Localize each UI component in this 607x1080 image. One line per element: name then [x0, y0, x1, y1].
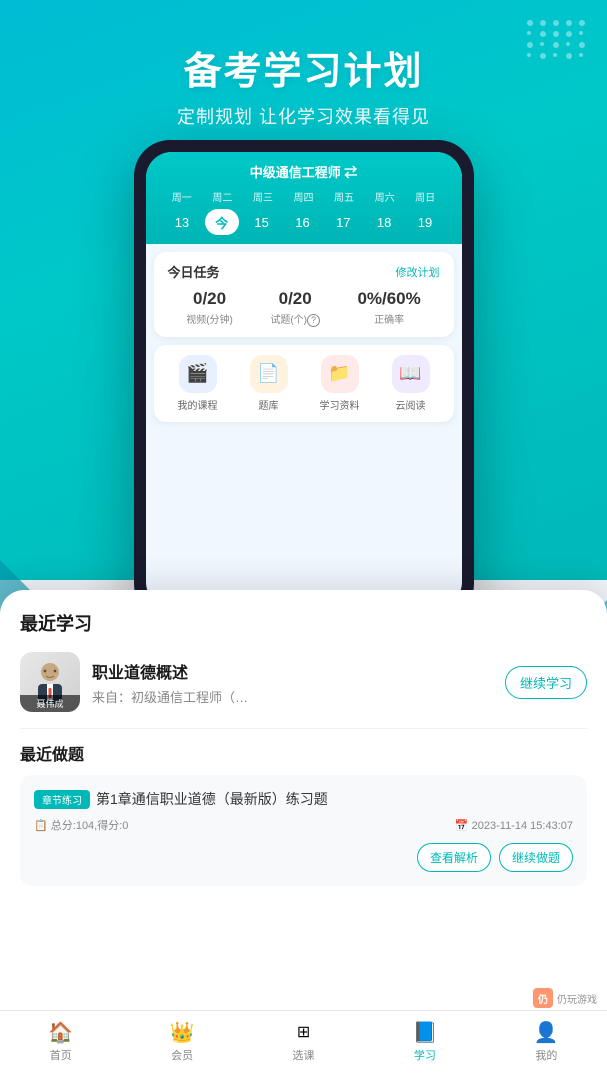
exercise-date: 📅 2023-11-14 15:43:07	[455, 819, 573, 832]
action-cloud-read[interactable]: 📖 云阅读	[392, 355, 430, 412]
exercise-score: 📋 总分:104,得分:0	[34, 817, 128, 833]
week-label-wed: 周三	[245, 189, 281, 204]
bottom-card: 最近学习	[0, 590, 607, 1070]
week-label-fri: 周五	[326, 189, 362, 204]
week-dates-row: 13 今 15 16 17 18 19	[162, 208, 446, 236]
member-icon: 👑	[170, 1020, 194, 1044]
question-bank-label: 题库	[259, 397, 279, 412]
info-icon: ?	[307, 314, 320, 327]
recent-study-title: 最近学习	[20, 610, 587, 636]
courses-icon: ⊞	[292, 1020, 316, 1044]
date-15[interactable]: 15	[244, 208, 280, 236]
divider	[20, 728, 587, 729]
header-section: 备考学习计划 定制规划 让化学习效果看得见	[0, 40, 607, 129]
stat-video: 0/20 视频(分钟)	[186, 289, 233, 327]
stat-video-label: 视频(分钟)	[186, 311, 233, 326]
sub-title: 定制规划 让化学习效果看得见	[0, 103, 607, 129]
week-label-mon: 周一	[164, 189, 200, 204]
phone-header: 中级通信工程师 ⇄ 周一 周二 周三 周四 周五 周六 周日 13 今 15 1…	[146, 152, 462, 244]
week-label-tue: 周二	[204, 189, 240, 204]
tasks-title: 今日任务	[168, 262, 220, 281]
stat-quiz: 0/20 试题(个)?	[270, 289, 320, 327]
stat-video-value: 0/20	[186, 289, 233, 309]
bottom-nav: 🏠 首页 👑 会员 ⊞ 选课 📘 学习 👤 我的	[0, 1010, 607, 1080]
nav-study-label: 学习	[414, 1047, 436, 1063]
nav-study[interactable]: 📘 学习	[364, 1020, 485, 1063]
question-bank-icon: 📄	[250, 355, 288, 393]
home-icon: 🏠	[49, 1020, 73, 1044]
today-tasks-card: 今日任务 修改计划 0/20 视频(分钟) 0/20 试题(个)? 0%/60%…	[154, 252, 454, 337]
nav-courses-label: 选课	[293, 1047, 315, 1063]
phone-mockup: 中级通信工程师 ⇄ 周一 周二 周三 周四 周五 周六 周日 13 今 15 1…	[134, 140, 474, 620]
recent-study-item: 聂伟成 职业道德概述 来自：初级通信工程师（… 继续学习	[20, 652, 587, 712]
tasks-header: 今日任务 修改计划	[168, 262, 440, 281]
quick-actions-bar: 🎬 我的课程 📄 题库 📁 学习资料 📖 云阅读	[154, 345, 454, 422]
week-labels-row: 周一 周二 周三 周四 周五 周六 周日	[162, 189, 446, 204]
action-my-course[interactable]: 🎬 我的课程	[178, 355, 218, 412]
recent-exercises-card: 章节练习 第1章通信职业道德（最新版）练习题 📋 总分:104,得分:0 📅 2…	[20, 775, 587, 886]
my-course-icon: 🎬	[179, 355, 217, 393]
phone-course-title: 中级通信工程师 ⇄	[162, 162, 446, 181]
exercise-buttons: 查看解析 继续做题	[34, 843, 573, 872]
week-label-thu: 周四	[285, 189, 321, 204]
tasks-stats: 0/20 视频(分钟) 0/20 试题(个)? 0%/60% 正确率	[168, 289, 440, 327]
watermark: 仍 仍玩游戏	[533, 988, 597, 1008]
profile-icon: 👤	[534, 1020, 558, 1044]
continue-exercise-btn[interactable]: 继续做题	[499, 843, 573, 872]
exercise-name: 第1章通信职业道德（最新版）练习题	[96, 789, 328, 809]
date-13[interactable]: 13	[164, 208, 200, 236]
recent-study-info: 职业道德概述 来自：初级通信工程师（…	[92, 659, 493, 706]
date-16[interactable]: 16	[284, 208, 320, 236]
study-icon: 📘	[413, 1020, 437, 1044]
cloud-read-icon: 📖	[392, 355, 430, 393]
date-17[interactable]: 17	[325, 208, 361, 236]
stat-accuracy: 0%/60% 正确率	[357, 289, 420, 327]
exercise-meta-row: 📋 总分:104,得分:0 📅 2023-11-14 15:43:07	[34, 817, 573, 833]
nav-home[interactable]: 🏠 首页	[0, 1020, 121, 1063]
date-today[interactable]: 今	[205, 209, 239, 235]
study-material-icon: 📁	[321, 355, 359, 393]
week-label-sat: 周六	[367, 189, 403, 204]
nav-courses[interactable]: ⊞ 选课	[243, 1020, 364, 1063]
stat-quiz-label: 试题(个)?	[270, 311, 320, 327]
cloud-read-label: 云阅读	[396, 397, 426, 412]
stat-quiz-value: 0/20	[270, 289, 320, 309]
study-material-label: 学习资料	[320, 397, 360, 412]
week-label-sun: 周日	[407, 189, 443, 204]
date-18[interactable]: 18	[366, 208, 402, 236]
nav-profile-label: 我的	[535, 1047, 557, 1063]
continue-study-btn[interactable]: 继续学习	[505, 666, 587, 699]
date-19[interactable]: 19	[407, 208, 443, 236]
exercise-tag: 章节练习	[34, 790, 90, 809]
phone-screen: 中级通信工程师 ⇄ 周一 周二 周三 周四 周五 周六 周日 13 今 15 1…	[146, 152, 462, 608]
main-title: 备考学习计划	[0, 40, 607, 95]
teacher-name-badge: 聂伟成	[20, 695, 80, 712]
my-course-label: 我的课程	[178, 397, 218, 412]
watermark-icon: 仍	[533, 988, 553, 1008]
stat-accuracy-value: 0%/60%	[357, 289, 420, 309]
nav-member[interactable]: 👑 会员	[121, 1020, 242, 1063]
nav-home-label: 首页	[50, 1047, 72, 1063]
view-analysis-btn[interactable]: 查看解析	[417, 843, 491, 872]
lesson-title: 职业道德概述	[92, 659, 493, 683]
teacher-avatar: 聂伟成	[20, 652, 80, 712]
nav-member-label: 会员	[171, 1047, 193, 1063]
exercise-header-row: 章节练习 第1章通信职业道德（最新版）练习题	[34, 789, 573, 809]
tasks-edit-btn[interactable]: 修改计划	[396, 264, 440, 280]
recent-exercises-title: 最近做题	[20, 741, 587, 765]
nav-profile[interactable]: 👤 我的	[486, 1020, 607, 1063]
action-study-material[interactable]: 📁 学习资料	[320, 355, 360, 412]
lesson-source: 来自：初级通信工程师（…	[92, 687, 493, 706]
action-question-bank[interactable]: 📄 题库	[250, 355, 288, 412]
watermark-text: 仍玩游戏	[557, 991, 597, 1006]
stat-accuracy-label: 正确率	[357, 311, 420, 326]
